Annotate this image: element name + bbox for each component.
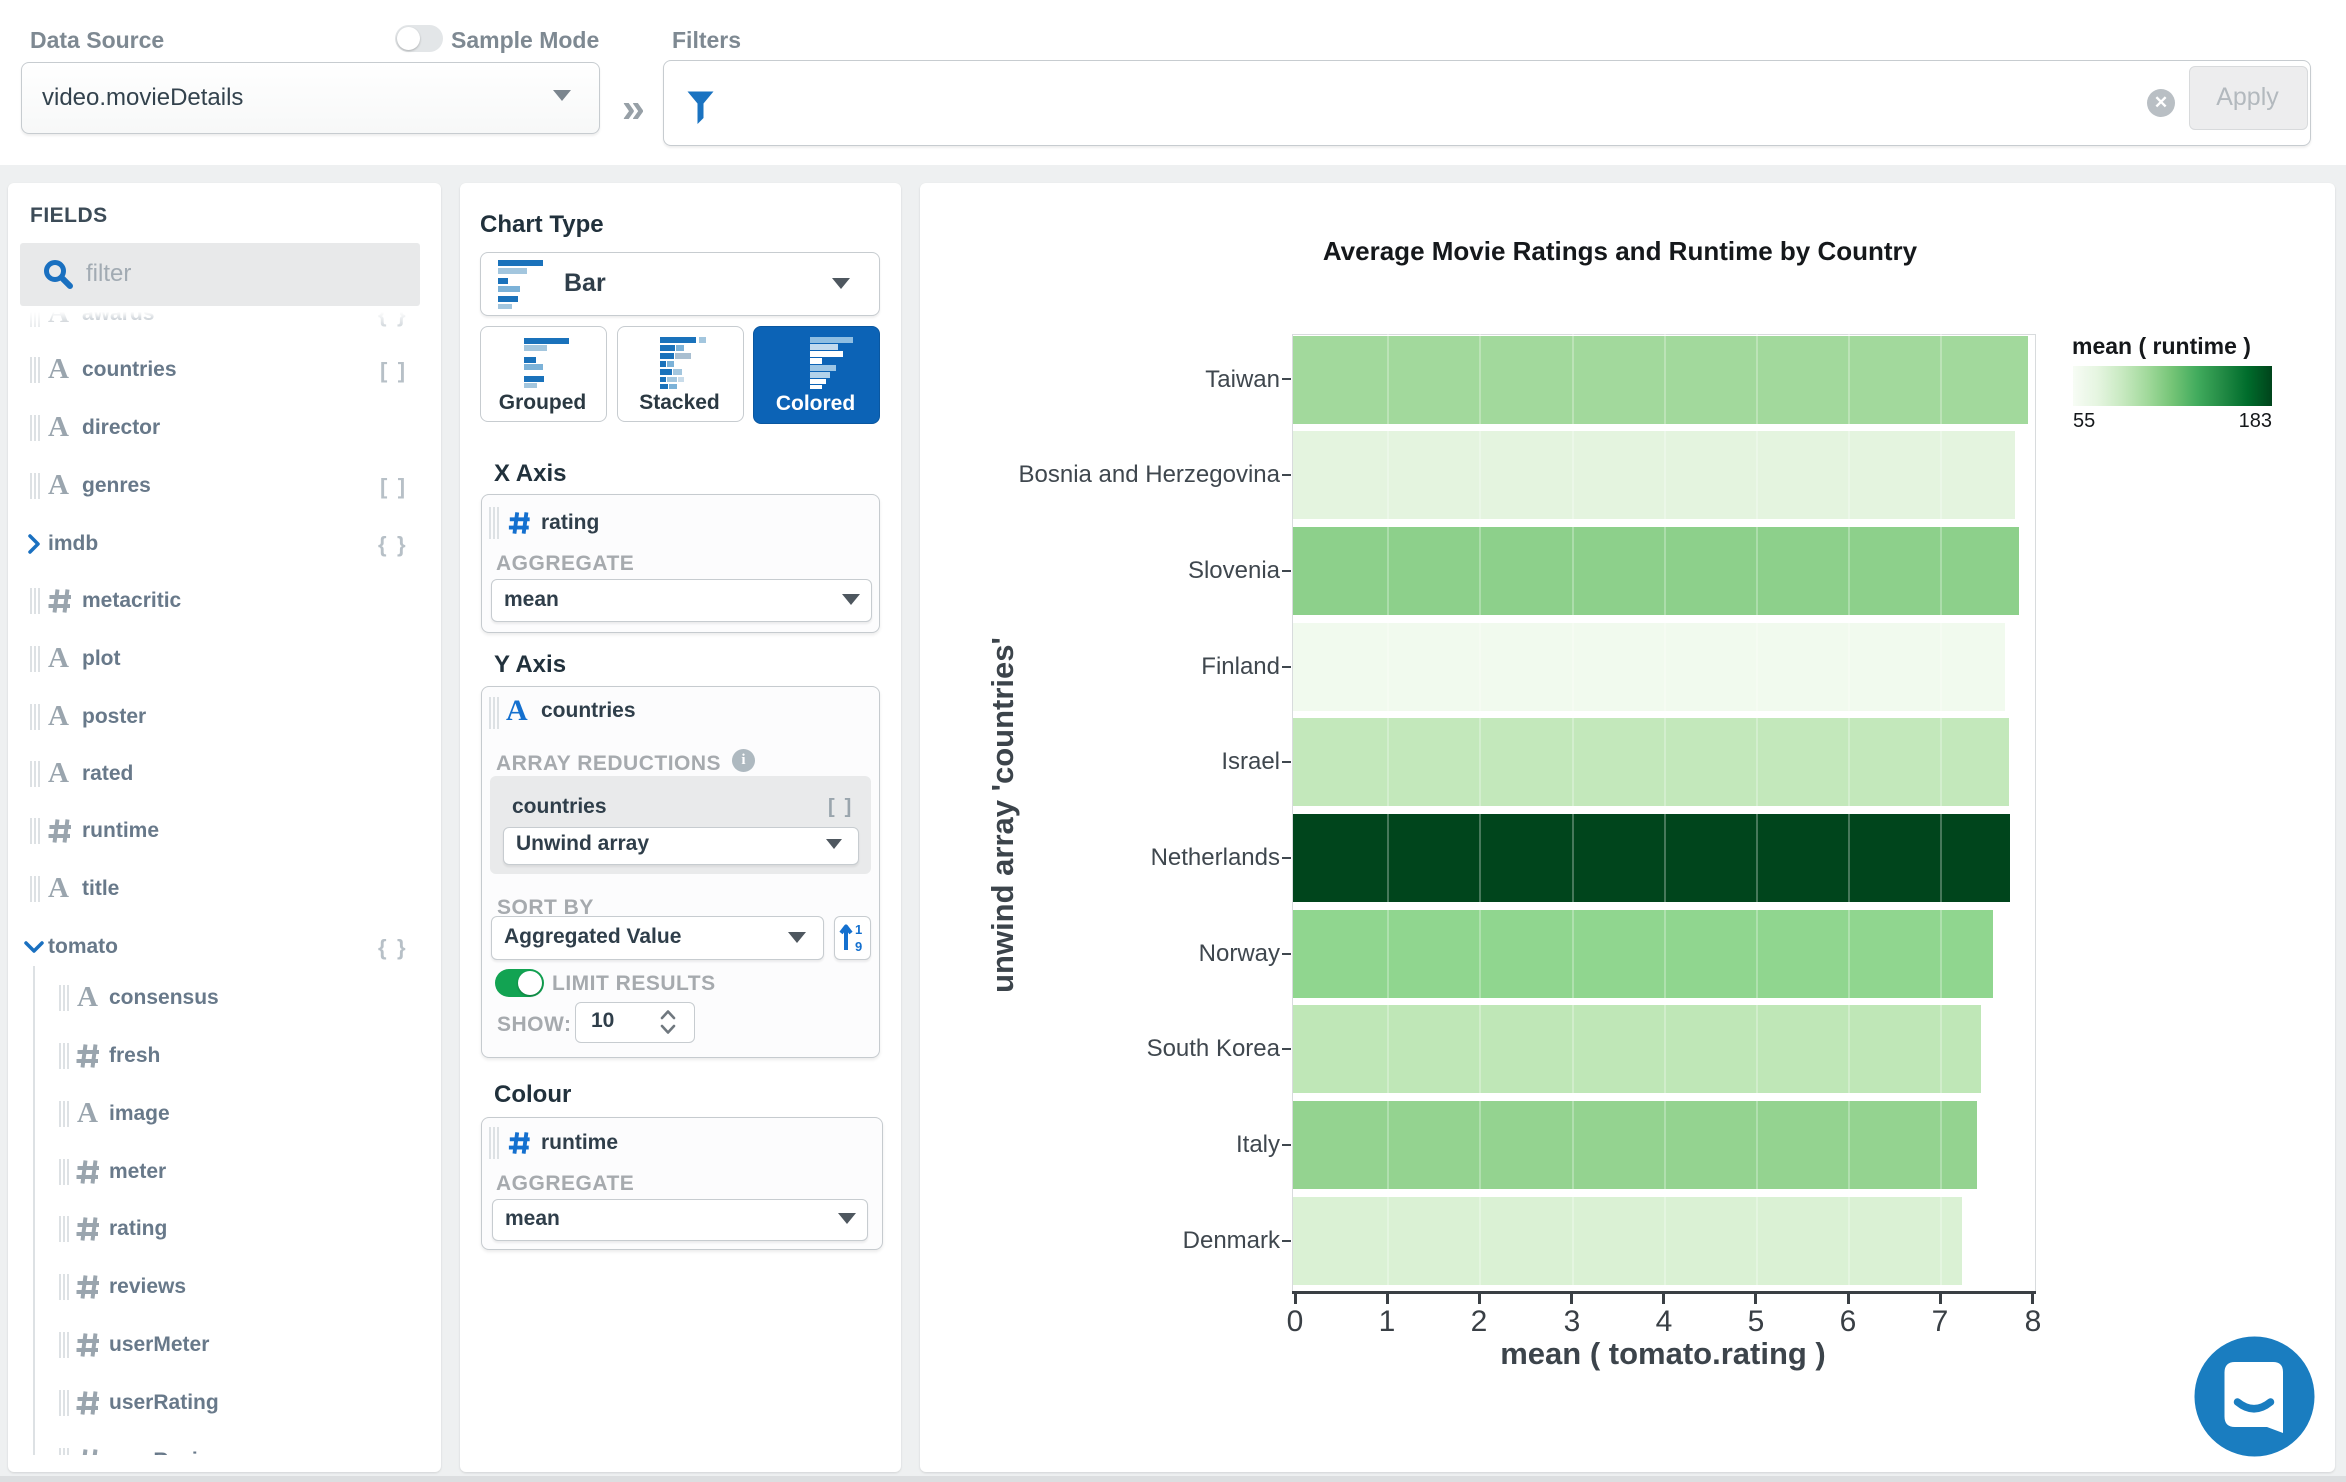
svg-text:1: 1 [855, 922, 862, 937]
svg-text:9: 9 [855, 939, 862, 952]
